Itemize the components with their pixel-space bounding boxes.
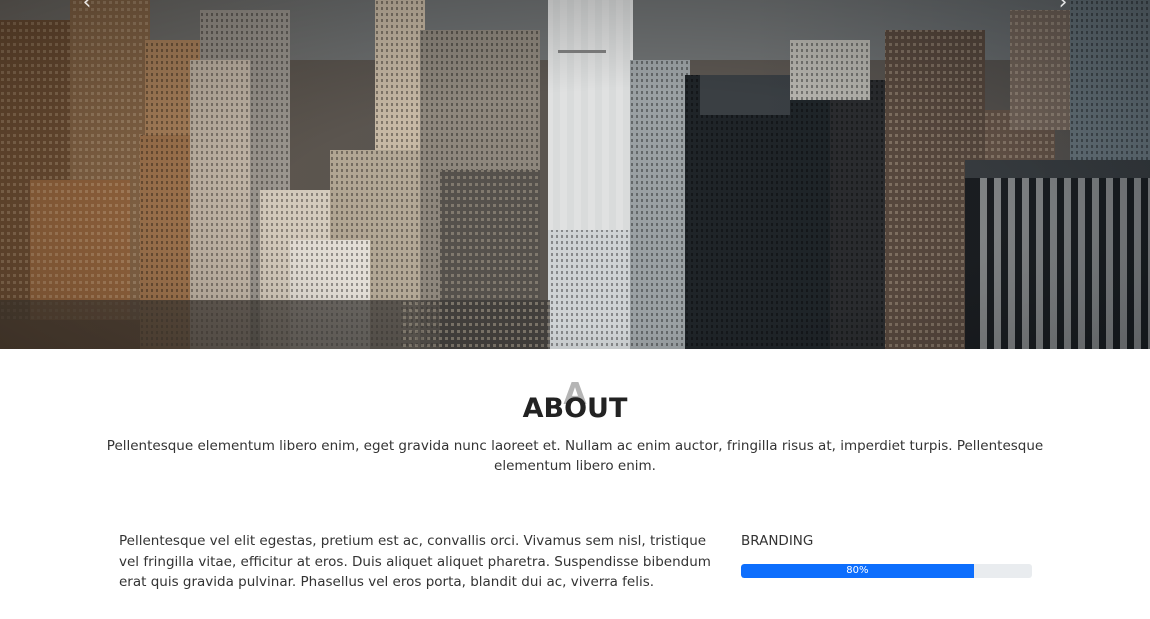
skill-label: BRANDING <box>741 533 814 549</box>
title-underline <box>558 50 606 53</box>
progress-bar: 80% <box>741 564 974 578</box>
about-intro: Pellentesque elementum libero enim, eget… <box>106 438 1044 474</box>
about-body-text: Pellentesque vel elit egestas, pretium e… <box>119 533 711 590</box>
chevron-right-icon[interactable]: › <box>1052 0 1074 14</box>
progress-track: 80% <box>741 564 1032 578</box>
about-header: A ABOUT <box>0 380 1150 440</box>
chevron-left-icon[interactable]: ‹ <box>76 0 98 14</box>
skill-branding: BRANDING 80% <box>741 532 1032 578</box>
about-title: ABOUT <box>522 393 628 424</box>
